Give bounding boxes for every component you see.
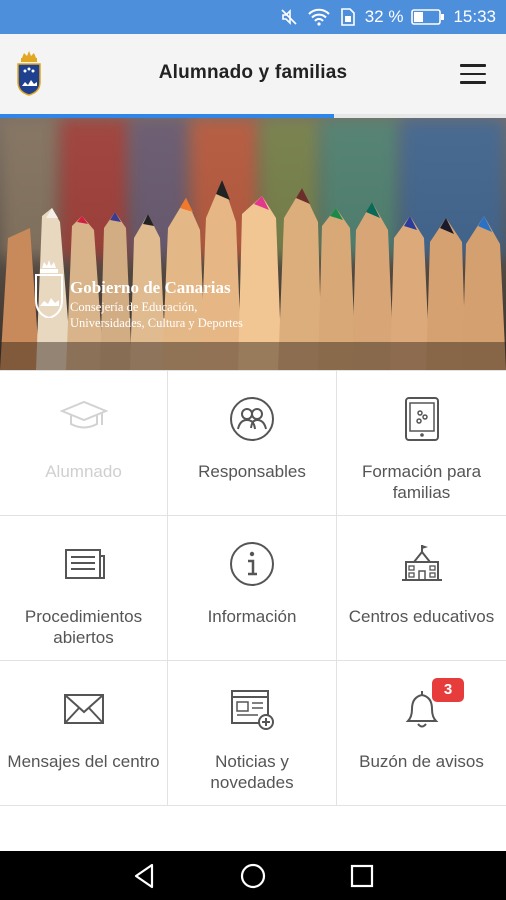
- newspaper-icon: [60, 540, 108, 588]
- menu-item-label: Alumnado: [45, 462, 122, 481]
- battery-icon: [411, 8, 445, 26]
- menu-item-label: Noticias y novedades: [210, 752, 294, 792]
- menu-item-alumnado[interactable]: Alumnado: [0, 371, 168, 516]
- brand-subtitle-2: Universidades, Cultura y Deportes: [70, 316, 243, 330]
- recents-icon[interactable]: [342, 856, 382, 896]
- menu-item-mensajes[interactable]: Mensajes del centro: [0, 661, 168, 806]
- page-title: Alumnado y familias: [158, 62, 348, 83]
- main-menu-grid: Alumnado Responsables Formación para fam…: [0, 370, 506, 806]
- menu-item-noticias[interactable]: Noticias y novedades: [168, 661, 337, 806]
- brand-subtitle-1: Consejería de Educación,: [70, 300, 198, 314]
- menu-item-label: Mensajes del centro: [7, 752, 160, 771]
- menu-item-label: Información: [207, 607, 297, 626]
- info-icon: [228, 540, 276, 588]
- menu-item-label: Centros educativos: [348, 607, 495, 626]
- hamburger-menu-icon[interactable]: [460, 64, 486, 84]
- menu-item-centros-educativos[interactable]: Centros educativos: [337, 516, 506, 661]
- banner-image: Gobierno de Canarias Consejería de Educa…: [0, 118, 506, 370]
- envelope-icon: [60, 685, 108, 733]
- menu-item-formacion-familias[interactable]: Formación para familias: [337, 371, 506, 516]
- menu-item-label: Formación para familias: [361, 462, 482, 502]
- menu-item-responsables[interactable]: Responsables: [168, 371, 337, 516]
- home-icon[interactable]: [233, 856, 273, 896]
- wifi-icon: [307, 7, 331, 27]
- crest-icon: [34, 260, 64, 320]
- status-bar: 32 % 15:33: [0, 0, 506, 34]
- graduation-cap-icon: [58, 395, 109, 443]
- menu-item-procedimientos[interactable]: Procedimientos abiertos: [0, 516, 168, 661]
- mute-icon: [279, 7, 299, 27]
- sim-icon: [339, 7, 357, 27]
- school-building-icon: [398, 540, 446, 588]
- tablet-icon: [398, 395, 446, 443]
- menu-item-label: Responsables: [198, 462, 306, 481]
- clock: 15:33: [453, 7, 496, 26]
- app-bar: Alumnado y familias: [0, 34, 506, 114]
- brand-name: Gobierno de Canarias: [70, 278, 231, 297]
- battery-percent: 32 %: [364, 7, 404, 26]
- notification-badge: 3: [432, 678, 464, 702]
- people-icon: [228, 395, 276, 443]
- news-add-icon: [228, 685, 276, 733]
- menu-item-label: Buzón de avisos: [359, 752, 484, 771]
- menu-item-informacion[interactable]: Información: [168, 516, 337, 661]
- menu-item-label: Procedimientos abiertos: [24, 607, 143, 647]
- back-icon[interactable]: [124, 856, 164, 896]
- menu-item-buzon-avisos[interactable]: 3 Buzón de avisos: [337, 661, 506, 806]
- gobierno-canarias-brand: Gobierno de Canarias Consejería de Educa…: [34, 260, 243, 330]
- system-navigation-bar: [0, 851, 506, 900]
